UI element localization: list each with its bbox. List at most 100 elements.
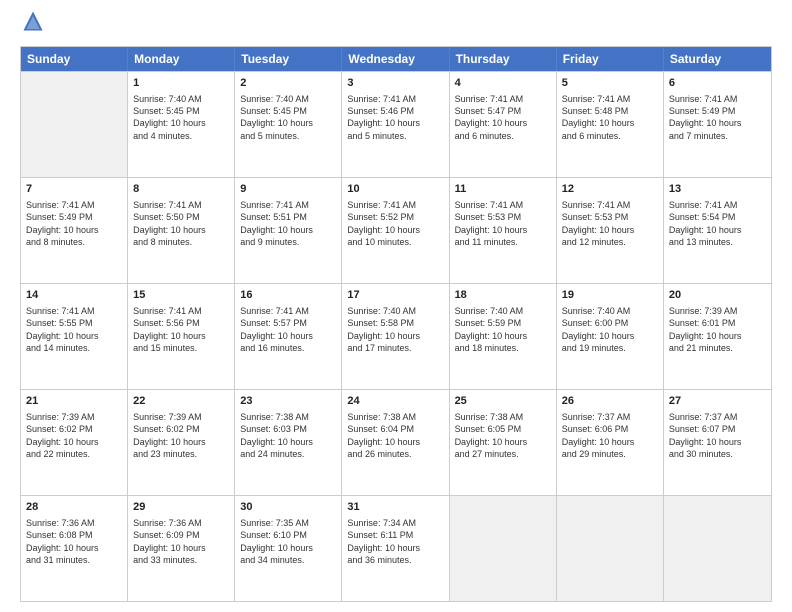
calendar-cell: 14Sunrise: 7:41 AMSunset: 5:55 PMDayligh…: [21, 284, 128, 389]
calendar-row-2: 7 Sunrise: 7:41 AMSunset: 5:49 PMDaylight…: [21, 177, 771, 283]
cell-info: Sunrise: 7:37 AMSunset: 6:07 PMDaylight:…: [669, 411, 766, 461]
day-number: 24: [347, 394, 443, 409]
calendar-cell: [21, 72, 128, 177]
calendar-cell: 5 Sunrise: 7:41 AMSunset: 5:48 PMDaylight…: [557, 72, 664, 177]
day-number: 29: [133, 500, 229, 515]
calendar-row-5: 28Sunrise: 7:36 AMSunset: 6:08 PMDayligh…: [21, 495, 771, 601]
calendar-cell: [664, 496, 771, 601]
cell-info: Sunrise: 7:40 AMSunset: 6:00 PMDaylight:…: [562, 305, 658, 355]
day-number: 13: [669, 182, 766, 197]
header-day-monday: Monday: [128, 47, 235, 71]
calendar: SundayMondayTuesdayWednesdayThursdayFrid…: [20, 46, 772, 602]
day-number: 16: [240, 288, 336, 303]
calendar-cell: 4Sunrise: 7:41 AMSunset: 5:47 PMDaylight…: [450, 72, 557, 177]
day-number: 26: [562, 394, 658, 409]
calendar-cell: [557, 496, 664, 601]
day-number: 3: [347, 76, 443, 91]
calendar-row-3: 14Sunrise: 7:41 AMSunset: 5:55 PMDayligh…: [21, 283, 771, 389]
calendar-cell: 25 Sunrise: 7:38 AMSunset: 6:05 PMDayligh…: [450, 390, 557, 495]
cell-info: Sunrise: 7:40 AMSunset: 5:59 PMDaylight:…: [455, 305, 551, 355]
day-number: 20: [669, 288, 766, 303]
cell-info: Sunrise: 7:41 AMSunset: 5:50 PMDaylight:…: [133, 199, 229, 249]
day-number: 25: [455, 394, 551, 409]
calendar-cell: 12Sunrise: 7:41 AMSunset: 5:53 PMDayligh…: [557, 178, 664, 283]
cell-info: Sunrise: 7:38 AMSunset: 6:05 PMDaylight:…: [455, 411, 551, 461]
calendar-cell: 28Sunrise: 7:36 AMSunset: 6:08 PMDayligh…: [21, 496, 128, 601]
cell-info: Sunrise: 7:41 AMSunset: 5:54 PMDaylight:…: [669, 199, 766, 249]
cell-info: Sunrise: 7:39 AMSunset: 6:02 PMDaylight:…: [26, 411, 122, 461]
header-day-saturday: Saturday: [664, 47, 771, 71]
day-number: 5: [562, 76, 658, 91]
day-number: 15: [133, 288, 229, 303]
day-number: 31: [347, 500, 443, 515]
calendar-cell: 18 Sunrise: 7:40 AMSunset: 5:59 PMDayligh…: [450, 284, 557, 389]
calendar-cell: 29 Sunrise: 7:36 AMSunset: 6:09 PMDayligh…: [128, 496, 235, 601]
calendar-cell: 10Sunrise: 7:41 AMSunset: 5:52 PMDayligh…: [342, 178, 449, 283]
cell-info: Sunrise: 7:41 AMSunset: 5:46 PMDaylight:…: [347, 93, 443, 143]
cell-info: Sunrise: 7:39 AMSunset: 6:01 PMDaylight:…: [669, 305, 766, 355]
header-day-sunday: Sunday: [21, 47, 128, 71]
day-number: 17: [347, 288, 443, 303]
cell-info: Sunrise: 7:36 AMSunset: 6:08 PMDaylight:…: [26, 517, 122, 567]
calendar-cell: 6 Sunrise: 7:41 AMSunset: 5:49 PMDaylight…: [664, 72, 771, 177]
calendar-cell: 1 Sunrise: 7:40 AMSunset: 5:45 PMDaylight…: [128, 72, 235, 177]
calendar-cell: [450, 496, 557, 601]
day-number: 12: [562, 182, 658, 197]
calendar-cell: 20 Sunrise: 7:39 AMSunset: 6:01 PMDayligh…: [664, 284, 771, 389]
cell-info: Sunrise: 7:41 AMSunset: 5:49 PMDaylight:…: [669, 93, 766, 143]
cell-info: Sunrise: 7:35 AMSunset: 6:10 PMDaylight:…: [240, 517, 336, 567]
day-number: 23: [240, 394, 336, 409]
calendar-cell: 22 Sunrise: 7:39 AMSunset: 6:02 PMDayligh…: [128, 390, 235, 495]
calendar-cell: 13 Sunrise: 7:41 AMSunset: 5:54 PMDayligh…: [664, 178, 771, 283]
calendar-cell: 9Sunrise: 7:41 AMSunset: 5:51 PMDaylight…: [235, 178, 342, 283]
day-number: 27: [669, 394, 766, 409]
header-day-friday: Friday: [557, 47, 664, 71]
cell-info: Sunrise: 7:38 AMSunset: 6:04 PMDaylight:…: [347, 411, 443, 461]
cell-info: Sunrise: 7:41 AMSunset: 5:51 PMDaylight:…: [240, 199, 336, 249]
day-number: 11: [455, 182, 551, 197]
calendar-cell: 2 Sunrise: 7:40 AMSunset: 5:45 PMDaylight…: [235, 72, 342, 177]
logo-icon: [22, 10, 44, 32]
day-number: 30: [240, 500, 336, 515]
day-number: 18: [455, 288, 551, 303]
day-number: 2: [240, 76, 336, 91]
header-day-thursday: Thursday: [450, 47, 557, 71]
logo: [20, 18, 44, 38]
calendar-header: SundayMondayTuesdayWednesdayThursdayFrid…: [21, 47, 771, 71]
calendar-cell: 27 Sunrise: 7:37 AMSunset: 6:07 PMDayligh…: [664, 390, 771, 495]
cell-info: Sunrise: 7:41 AMSunset: 5:52 PMDaylight:…: [347, 199, 443, 249]
cell-info: Sunrise: 7:40 AMSunset: 5:45 PMDaylight:…: [240, 93, 336, 143]
cell-info: Sunrise: 7:41 AMSunset: 5:53 PMDaylight:…: [455, 199, 551, 249]
calendar-cell: 31Sunrise: 7:34 AMSunset: 6:11 PMDayligh…: [342, 496, 449, 601]
cell-info: Sunrise: 7:41 AMSunset: 5:47 PMDaylight:…: [455, 93, 551, 143]
calendar-cell: 7 Sunrise: 7:41 AMSunset: 5:49 PMDaylight…: [21, 178, 128, 283]
calendar-cell: 17Sunrise: 7:40 AMSunset: 5:58 PMDayligh…: [342, 284, 449, 389]
cell-info: Sunrise: 7:40 AMSunset: 5:45 PMDaylight:…: [133, 93, 229, 143]
day-number: 1: [133, 76, 229, 91]
calendar-row-4: 21Sunrise: 7:39 AMSunset: 6:02 PMDayligh…: [21, 389, 771, 495]
day-number: 19: [562, 288, 658, 303]
calendar-cell: 16Sunrise: 7:41 AMSunset: 5:57 PMDayligh…: [235, 284, 342, 389]
calendar-row-1: 1 Sunrise: 7:40 AMSunset: 5:45 PMDaylight…: [21, 71, 771, 177]
day-number: 22: [133, 394, 229, 409]
day-number: 6: [669, 76, 766, 91]
calendar-cell: 23 Sunrise: 7:38 AMSunset: 6:03 PMDayligh…: [235, 390, 342, 495]
cell-info: Sunrise: 7:41 AMSunset: 5:48 PMDaylight:…: [562, 93, 658, 143]
cell-info: Sunrise: 7:36 AMSunset: 6:09 PMDaylight:…: [133, 517, 229, 567]
cell-info: Sunrise: 7:41 AMSunset: 5:49 PMDaylight:…: [26, 199, 122, 249]
cell-info: Sunrise: 7:41 AMSunset: 5:55 PMDaylight:…: [26, 305, 122, 355]
cell-info: Sunrise: 7:38 AMSunset: 6:03 PMDaylight:…: [240, 411, 336, 461]
calendar-cell: 15Sunrise: 7:41 AMSunset: 5:56 PMDayligh…: [128, 284, 235, 389]
calendar-body: 1 Sunrise: 7:40 AMSunset: 5:45 PMDaylight…: [21, 71, 771, 601]
header: [20, 18, 772, 38]
day-number: 7: [26, 182, 122, 197]
calendar-cell: 19 Sunrise: 7:40 AMSunset: 6:00 PMDayligh…: [557, 284, 664, 389]
calendar-cell: 24 Sunrise: 7:38 AMSunset: 6:04 PMDayligh…: [342, 390, 449, 495]
day-number: 8: [133, 182, 229, 197]
cell-info: Sunrise: 7:37 AMSunset: 6:06 PMDaylight:…: [562, 411, 658, 461]
calendar-cell: 8 Sunrise: 7:41 AMSunset: 5:50 PMDaylight…: [128, 178, 235, 283]
cell-info: Sunrise: 7:39 AMSunset: 6:02 PMDaylight:…: [133, 411, 229, 461]
calendar-cell: 21Sunrise: 7:39 AMSunset: 6:02 PMDayligh…: [21, 390, 128, 495]
calendar-cell: 3 Sunrise: 7:41 AMSunset: 5:46 PMDaylight…: [342, 72, 449, 177]
calendar-cell: 26 Sunrise: 7:37 AMSunset: 6:06 PMDayligh…: [557, 390, 664, 495]
